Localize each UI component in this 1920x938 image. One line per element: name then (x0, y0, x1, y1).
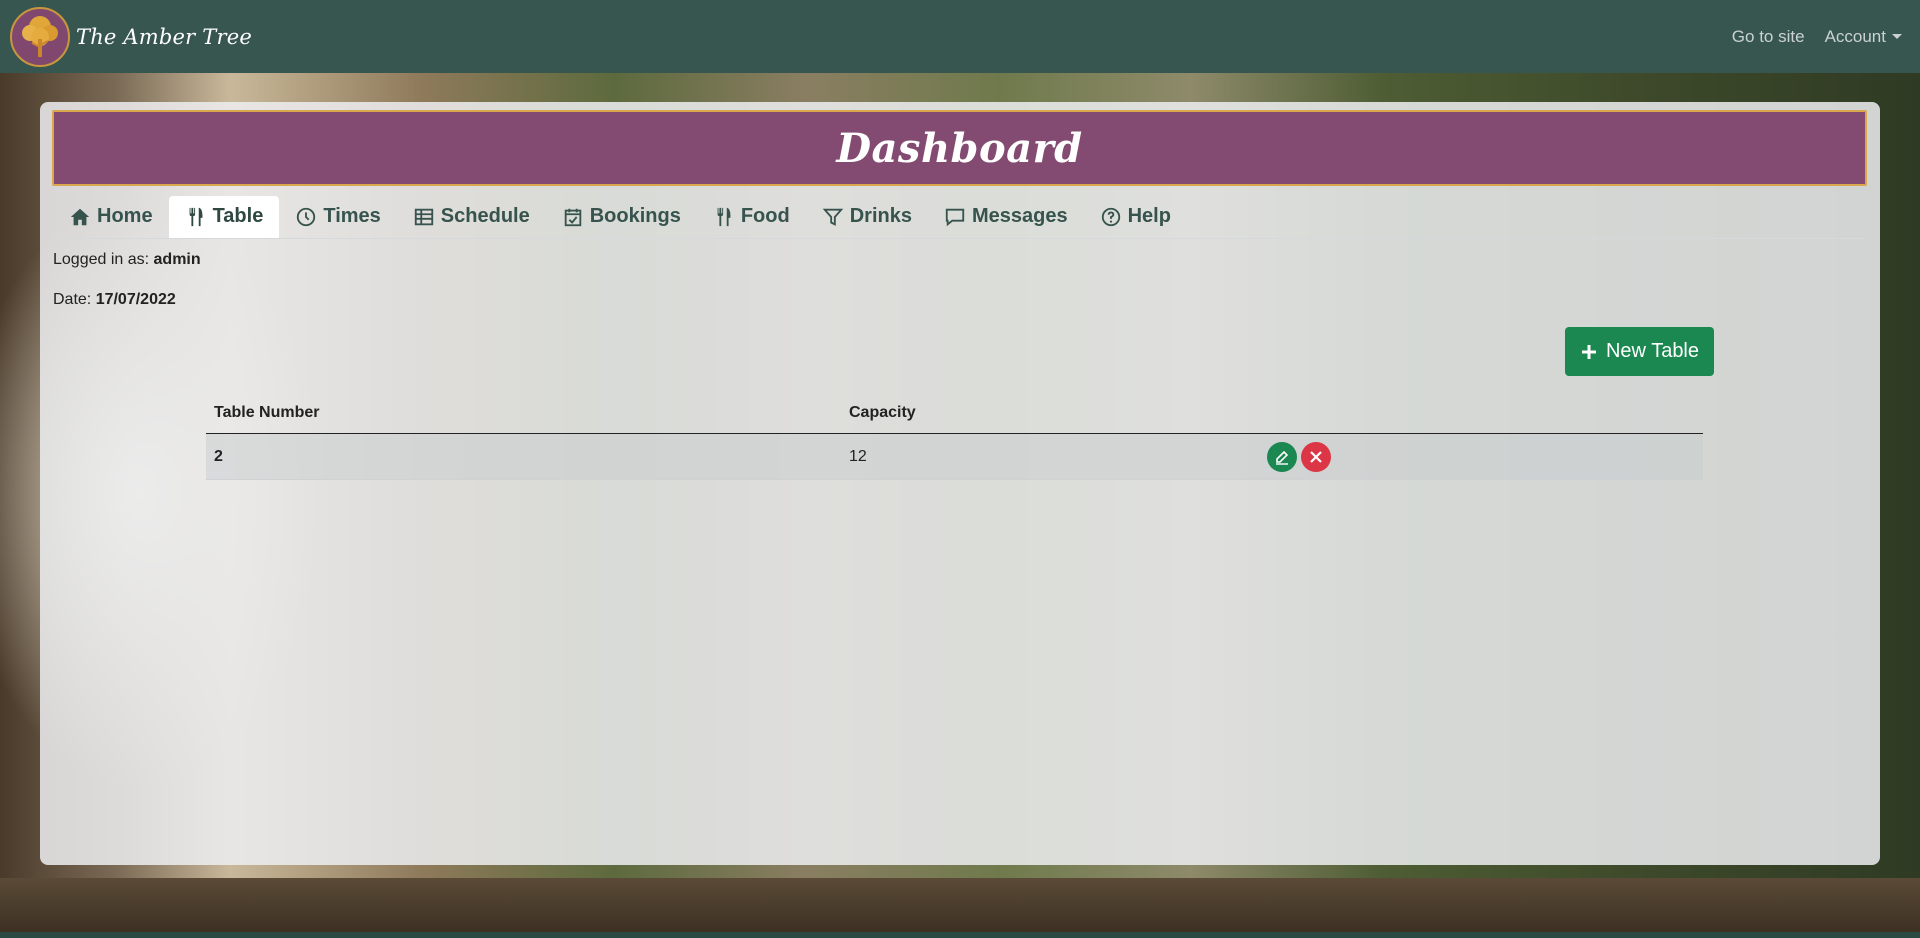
account-label: Account (1824, 26, 1886, 46)
table-header: Table Number Capacity (206, 392, 1703, 434)
utensils-icon (717, 207, 731, 226)
edit-button[interactable] (1267, 441, 1297, 472)
cell-table-number: 2 (214, 447, 223, 465)
tab-label: Help (1127, 205, 1171, 227)
plus-icon (1581, 344, 1596, 359)
cell-capacity: 12 (849, 447, 867, 465)
filter-glass-icon (822, 208, 843, 226)
edit-icon (1276, 450, 1289, 465)
delete-button[interactable] (1301, 441, 1331, 472)
caret-down-icon (1892, 34, 1902, 39)
tab-label: Food (740, 205, 790, 227)
page-title: Dashboard (836, 124, 1083, 172)
table-grid-icon (414, 208, 433, 225)
tab-label: Times (323, 205, 381, 227)
header-capacity: Capacity (849, 403, 916, 421)
logged-in-user: admin (153, 251, 201, 268)
calendar-check-icon (564, 208, 581, 226)
tab-times[interactable]: Times (279, 196, 396, 238)
tab-table[interactable]: Table (168, 195, 280, 238)
tab-home[interactable]: Home (53, 196, 169, 238)
close-icon (1310, 450, 1322, 463)
tab-schedule[interactable]: Schedule (397, 196, 546, 238)
logged-in-label: Logged in as: (53, 251, 154, 268)
tab-label: Bookings (589, 205, 681, 227)
table-row: 2 12 (206, 434, 1703, 480)
dashboard-tabs: Home Table Times Schedule Bookings Food … (53, 195, 1866, 239)
bottom-strip (0, 932, 1920, 938)
question-circle-icon (1101, 207, 1120, 226)
dashboard-panel: Dashboard Home Table Times Schedule Book… (40, 102, 1880, 865)
date-label: Date: (53, 291, 96, 308)
new-table-button[interactable]: New Table (1565, 327, 1714, 376)
tab-label: Drinks (849, 205, 912, 227)
utensils-icon (189, 207, 202, 226)
brand[interactable]: The Amber Tree (10, 6, 252, 67)
tree-logo-icon (10, 6, 70, 67)
new-table-label: New Table (1605, 340, 1700, 362)
row-actions (1267, 441, 1703, 472)
tab-label: Table (212, 205, 264, 227)
tab-help[interactable]: Help (1084, 196, 1187, 238)
tab-drinks[interactable]: Drinks (806, 196, 928, 238)
brand-name: The Amber Tree (76, 24, 252, 49)
top-navbar: The Amber Tree Go to site Account (0, 0, 1920, 73)
logged-in-info: Logged in as: admin (53, 251, 201, 269)
tab-label: Messages (971, 205, 1068, 227)
tab-label: Schedule (440, 205, 530, 227)
date-info: Date: 17/07/2022 (53, 291, 176, 309)
tables-table: Table Number Capacity 2 12 (206, 392, 1703, 480)
home-icon (70, 208, 90, 225)
message-icon (945, 208, 965, 226)
title-band: Dashboard (52, 110, 1867, 186)
date-value: 17/07/2022 (95, 291, 176, 308)
clock-icon (297, 207, 316, 226)
nav-right: Go to site Account (1732, 27, 1902, 47)
header-table-number: Table Number (214, 403, 320, 421)
tab-bookings[interactable]: Bookings (546, 196, 697, 238)
tab-food[interactable]: Food (697, 196, 806, 238)
tab-messages[interactable]: Messages (928, 196, 1084, 238)
go-to-site-link[interactable]: Go to site (1732, 27, 1805, 47)
tab-label: Home (97, 205, 153, 227)
account-dropdown[interactable]: Account (1825, 27, 1902, 47)
